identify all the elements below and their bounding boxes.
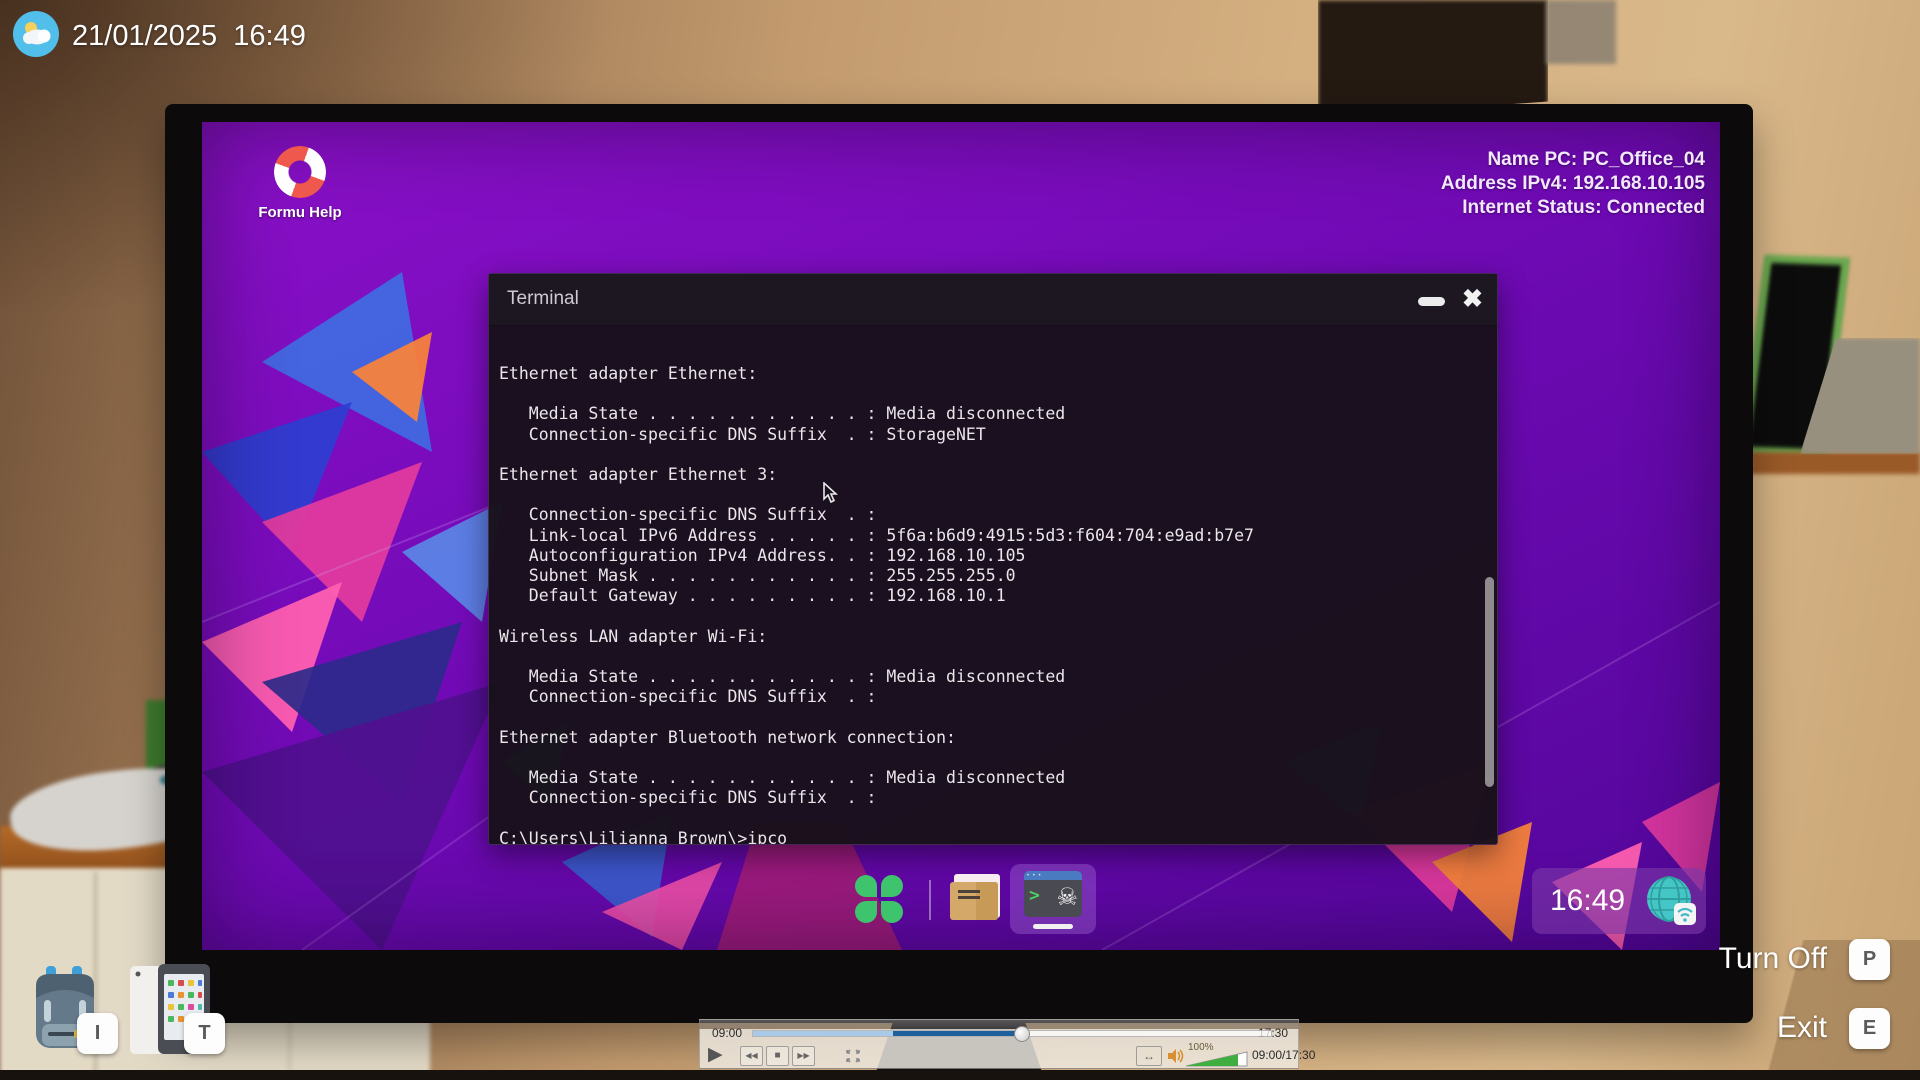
close-button[interactable]: ✖ bbox=[1462, 283, 1483, 315]
taskbar-separator bbox=[929, 880, 931, 920]
network-globe-icon[interactable] bbox=[1642, 873, 1698, 929]
hud-datetime: 21/01/2025 16:49 bbox=[72, 20, 306, 53]
terminal-titlebar[interactable]: Terminal ✖ bbox=[489, 274, 1497, 326]
terminal-scrollbar[interactable] bbox=[1485, 577, 1494, 787]
hacker-terminal-icon: • • • > ☠ bbox=[1024, 871, 1082, 917]
terminal-output: Ethernet adapter Ethernet: Media State .… bbox=[489, 326, 1497, 844]
skull-icon: ☠ bbox=[1056, 883, 1078, 912]
volume-slider[interactable] bbox=[1186, 1051, 1248, 1067]
weather-icon bbox=[12, 10, 60, 58]
tablet-key-badge[interactable]: T bbox=[184, 1013, 225, 1054]
seek-bar[interactable] bbox=[752, 1030, 1272, 1037]
terminal-title: Terminal bbox=[507, 288, 579, 310]
tray-clock: 16:49 bbox=[1550, 884, 1625, 918]
file-explorer-button[interactable] bbox=[950, 874, 1004, 924]
stop-button[interactable]: ■ bbox=[766, 1046, 789, 1066]
seek-buffered bbox=[753, 1031, 893, 1036]
clover-icon bbox=[855, 875, 877, 897]
play-button[interactable]: ▶ bbox=[708, 1044, 730, 1066]
pc-internet-status: Internet Status: Connected bbox=[1441, 196, 1705, 220]
game-scene: Formu Help Name PC: PC_Office_04 Address… bbox=[0, 0, 1920, 1080]
exit-key-badge[interactable]: E bbox=[1849, 1008, 1890, 1049]
terminal-window[interactable]: Terminal ✖ Ethernet adapter Ethernet: Me… bbox=[488, 273, 1498, 845]
previous-button[interactable]: ◀◀ bbox=[740, 1046, 763, 1066]
turn-off-label[interactable]: Turn Off bbox=[1719, 942, 1827, 976]
next-button[interactable]: ▶▶ bbox=[792, 1046, 815, 1066]
monitor: Formu Help Name PC: PC_Office_04 Address… bbox=[165, 104, 1753, 1023]
seek-handle[interactable] bbox=[1014, 1026, 1030, 1042]
pc-ipv4: Address IPv4: 192.168.10.105 bbox=[1441, 172, 1705, 196]
floor bbox=[0, 1070, 1920, 1080]
pc-info-panel: Name PC: PC_Office_04 Address IPv4: 192.… bbox=[1441, 148, 1705, 220]
speaker-icon[interactable] bbox=[1166, 1047, 1184, 1065]
loop-icon[interactable]: ↔ bbox=[1136, 1046, 1162, 1066]
room-wall-corner bbox=[1546, 0, 1616, 64]
seek-played bbox=[893, 1031, 1023, 1036]
system-tray[interactable]: 16:49 bbox=[1532, 868, 1706, 934]
exit-label[interactable]: Exit bbox=[1777, 1011, 1827, 1045]
room-cabinet bbox=[1318, 0, 1548, 118]
pc-name: Name PC: PC_Office_04 bbox=[1441, 148, 1705, 172]
media-player-bar[interactable]: 09:00 17:30 ▶ ◀◀ ■ ▶▶ ↔ 100% 09:00/17:30 bbox=[699, 1019, 1299, 1069]
player-start-time: 09:00 bbox=[712, 1026, 742, 1040]
terminal-body: Ethernet adapter Ethernet: Media State .… bbox=[489, 326, 1497, 844]
desktop-icon-label: Formu Help bbox=[240, 204, 360, 221]
start-button[interactable] bbox=[855, 875, 903, 923]
player-time-display: 09:00/17:30 bbox=[1252, 1048, 1315, 1062]
virtual-desktop[interactable]: Formu Help Name PC: PC_Office_04 Address… bbox=[202, 122, 1720, 950]
lifebuoy-icon bbox=[274, 146, 326, 198]
turn-off-key-badge[interactable]: P bbox=[1849, 939, 1890, 980]
mouse-cursor-icon bbox=[823, 482, 839, 504]
minimize-button[interactable] bbox=[1418, 297, 1445, 306]
desktop-icon-formu-help[interactable]: Formu Help bbox=[240, 142, 360, 242]
room-shelf bbox=[1750, 452, 1920, 474]
prompt-icon: > bbox=[1029, 885, 1040, 906]
active-app-indicator bbox=[1033, 924, 1073, 929]
fullscreen-segments-icon[interactable] bbox=[842, 1046, 864, 1066]
terminal-app-button[interactable]: • • • > ☠ bbox=[1010, 864, 1096, 934]
inventory-key-badge[interactable]: I bbox=[77, 1013, 118, 1054]
